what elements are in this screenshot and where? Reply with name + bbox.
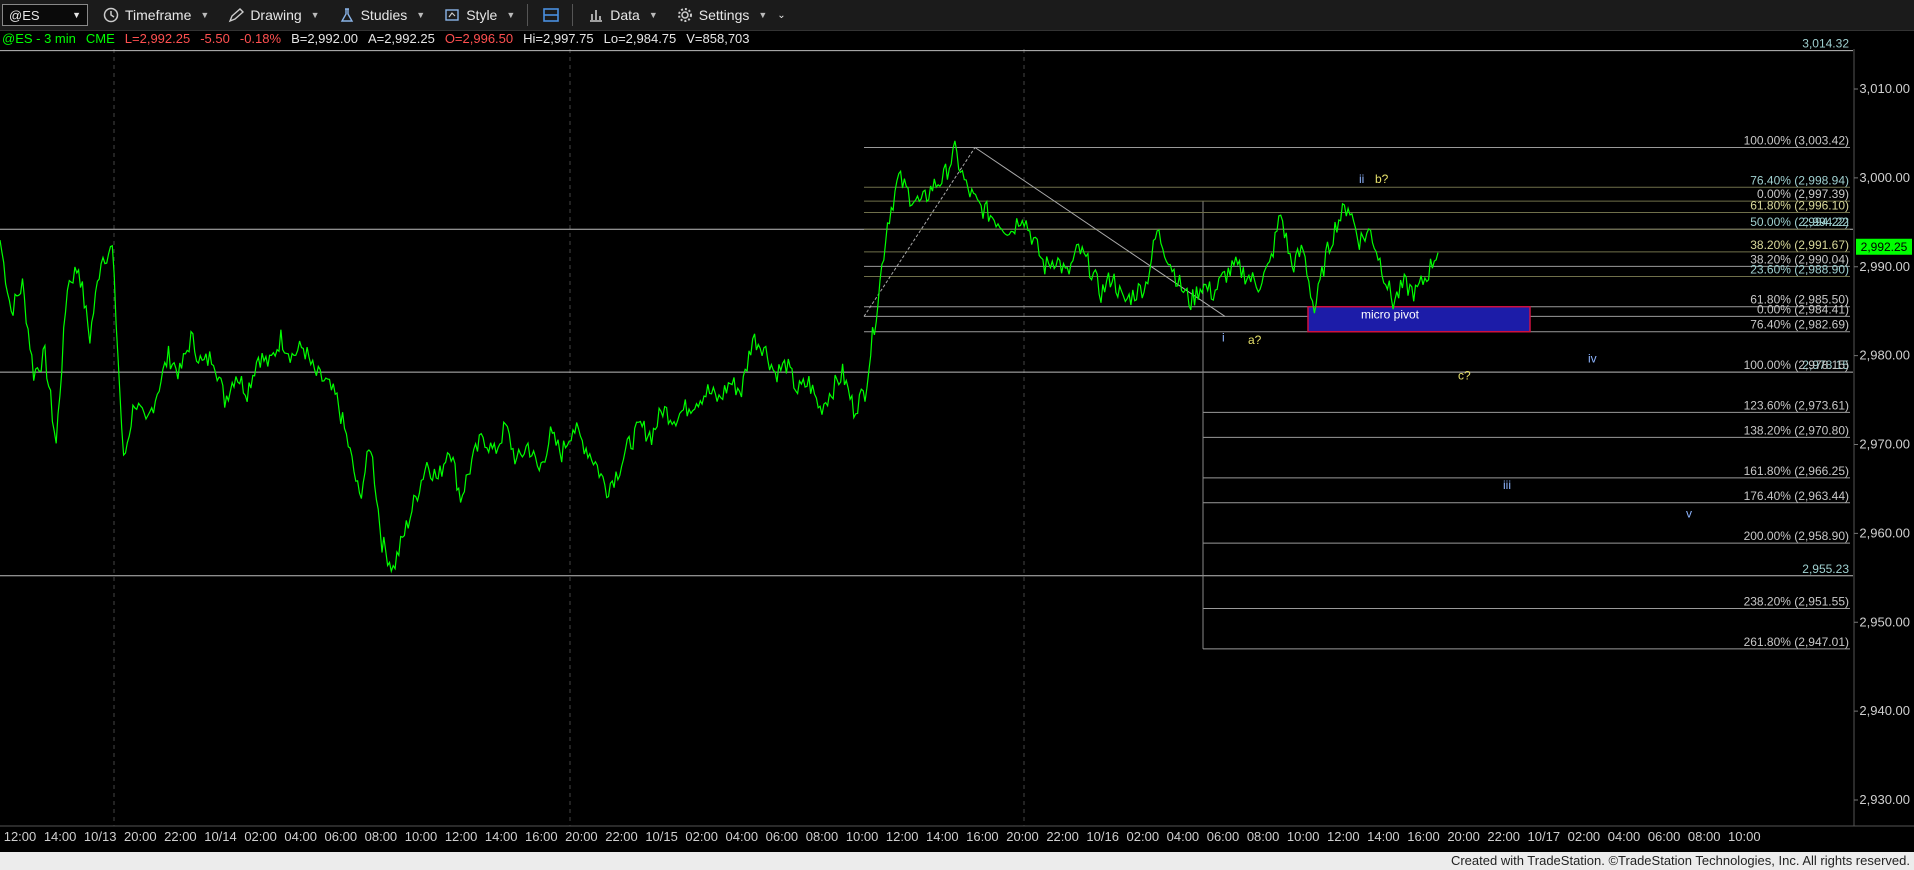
x-tick-label: 14:00 <box>926 829 959 844</box>
wave-label: i <box>1222 330 1225 344</box>
price-series-line <box>0 140 1439 574</box>
x-tick-label: 22:00 <box>1487 829 1520 844</box>
y-tick-label: 2,950.00 <box>1859 614 1910 629</box>
fib-level-label: 100.00% (2,978.15) <box>1744 358 1849 372</box>
x-tick-label: 10:00 <box>1728 829 1761 844</box>
y-tick-label: 2,980.00 <box>1859 348 1910 363</box>
fib-level-label: 123.60% (2,973.61) <box>1744 398 1849 412</box>
wave-label: ii <box>1359 172 1364 186</box>
x-tick-label: 04:00 <box>1608 829 1641 844</box>
fib-retracement-label: 76.40% (2,998.94) <box>1750 173 1849 187</box>
fib-level-label: 76.40% (2,982.69) <box>1750 318 1849 332</box>
x-tick-label: 12:00 <box>1327 829 1360 844</box>
x-tick-label: 06:00 <box>1648 829 1681 844</box>
y-tick-label: 2,960.00 <box>1859 525 1910 540</box>
x-tick-label: 10/15 <box>645 829 678 844</box>
x-tick-label: 06:00 <box>1207 829 1240 844</box>
fib-retracement-label: 50.00% (2,994.22) <box>1750 215 1849 229</box>
wave-label: v <box>1686 506 1692 520</box>
x-tick-label: 22:00 <box>164 829 197 844</box>
fib-level-label: 138.20% (2,970.80) <box>1744 423 1849 437</box>
x-tick-label: 10/13 <box>84 829 117 844</box>
y-tick-label: 2,990.00 <box>1859 259 1910 274</box>
last-price-marker-label: 2,992.25 <box>1861 240 1908 254</box>
x-tick-label: 20:00 <box>565 829 598 844</box>
y-tick-label: 3,010.00 <box>1859 81 1910 96</box>
footer-credit: Created with TradeStation. ©TradeStation… <box>0 852 1914 870</box>
fib-retracement-label: 61.80% (2,996.10) <box>1750 199 1849 213</box>
x-tick-label: 20:00 <box>124 829 157 844</box>
wave-label: b? <box>1375 172 1389 186</box>
x-tick-label: 22:00 <box>605 829 638 844</box>
micro-pivot-label: micro pivot <box>1361 308 1420 322</box>
y-tick-label: 2,940.00 <box>1859 703 1910 718</box>
x-tick-label: 14:00 <box>485 829 518 844</box>
x-tick-label: 10:00 <box>846 829 879 844</box>
x-tick-label: 20:00 <box>1006 829 1039 844</box>
x-tick-label: 12:00 <box>886 829 919 844</box>
trendline-dashed <box>863 147 976 317</box>
y-tick-label: 2,930.00 <box>1859 792 1910 807</box>
fib-level-label: 200.00% (2,958.90) <box>1744 529 1849 543</box>
x-tick-label: 04:00 <box>1167 829 1200 844</box>
fib-level-label: 100.00% (3,003.42) <box>1744 133 1849 147</box>
horizontal-level-label: 2,955.23 <box>1802 562 1849 576</box>
x-tick-label: 10/14 <box>204 829 237 844</box>
x-tick-label: 02:00 <box>1568 829 1601 844</box>
fib-retracement-label: 38.20% (2,991.67) <box>1750 238 1849 252</box>
price-chart[interactable]: 2,930.00 2,940.00 2,950.00 2,960.00 2,970.00… <box>0 0 1914 852</box>
x-tick-label: 02:00 <box>1127 829 1160 844</box>
x-tick-label: 06:00 <box>325 829 358 844</box>
x-tick-label: 02:00 <box>685 829 718 844</box>
x-tick-label: 14:00 <box>44 829 77 844</box>
x-tick-label: 02:00 <box>244 829 277 844</box>
fib-level-label: 0.00% (2,984.41) <box>1757 302 1849 316</box>
horizontal-level-label: 3,014.32 <box>1802 37 1849 51</box>
wave-label: iii <box>1503 478 1511 492</box>
fib-level-label: 176.40% (2,963.44) <box>1744 489 1849 503</box>
x-tick-label: 10/16 <box>1086 829 1119 844</box>
fib-level-label: 161.80% (2,966.25) <box>1744 464 1849 478</box>
wave-label: iv <box>1588 352 1597 366</box>
fib-retracement-label: 23.60% (2,988.90) <box>1750 263 1849 277</box>
x-tick-label: 12:00 <box>445 829 478 844</box>
x-tick-label: 14:00 <box>1367 829 1400 844</box>
x-tick-label: 16:00 <box>1407 829 1440 844</box>
x-tick-label: 08:00 <box>365 829 398 844</box>
x-tick-label: 20:00 <box>1447 829 1480 844</box>
x-tick-label: 22:00 <box>1046 829 1079 844</box>
x-tick-label: 04:00 <box>284 829 317 844</box>
x-tick-label: 12:00 <box>4 829 37 844</box>
x-tick-label: 16:00 <box>966 829 999 844</box>
x-tick-label: 16:00 <box>525 829 558 844</box>
fib-level-label: 238.20% (2,951.55) <box>1744 594 1849 608</box>
x-tick-label: 10:00 <box>1287 829 1320 844</box>
x-tick-label: 08:00 <box>806 829 839 844</box>
y-tick-label: 3,000.00 <box>1859 170 1910 185</box>
x-tick-label: 10/17 <box>1528 829 1561 844</box>
x-tick-label: 04:00 <box>726 829 759 844</box>
fib-level-label: 261.80% (2,947.01) <box>1744 635 1849 649</box>
wave-label: c? <box>1458 369 1471 383</box>
y-tick-label: 2,970.00 <box>1859 437 1910 452</box>
x-tick-label: 06:00 <box>766 829 799 844</box>
x-tick-label: 08:00 <box>1688 829 1721 844</box>
x-tick-label: 10:00 <box>405 829 438 844</box>
x-tick-label: 08:00 <box>1247 829 1280 844</box>
wave-label: a? <box>1248 333 1262 347</box>
